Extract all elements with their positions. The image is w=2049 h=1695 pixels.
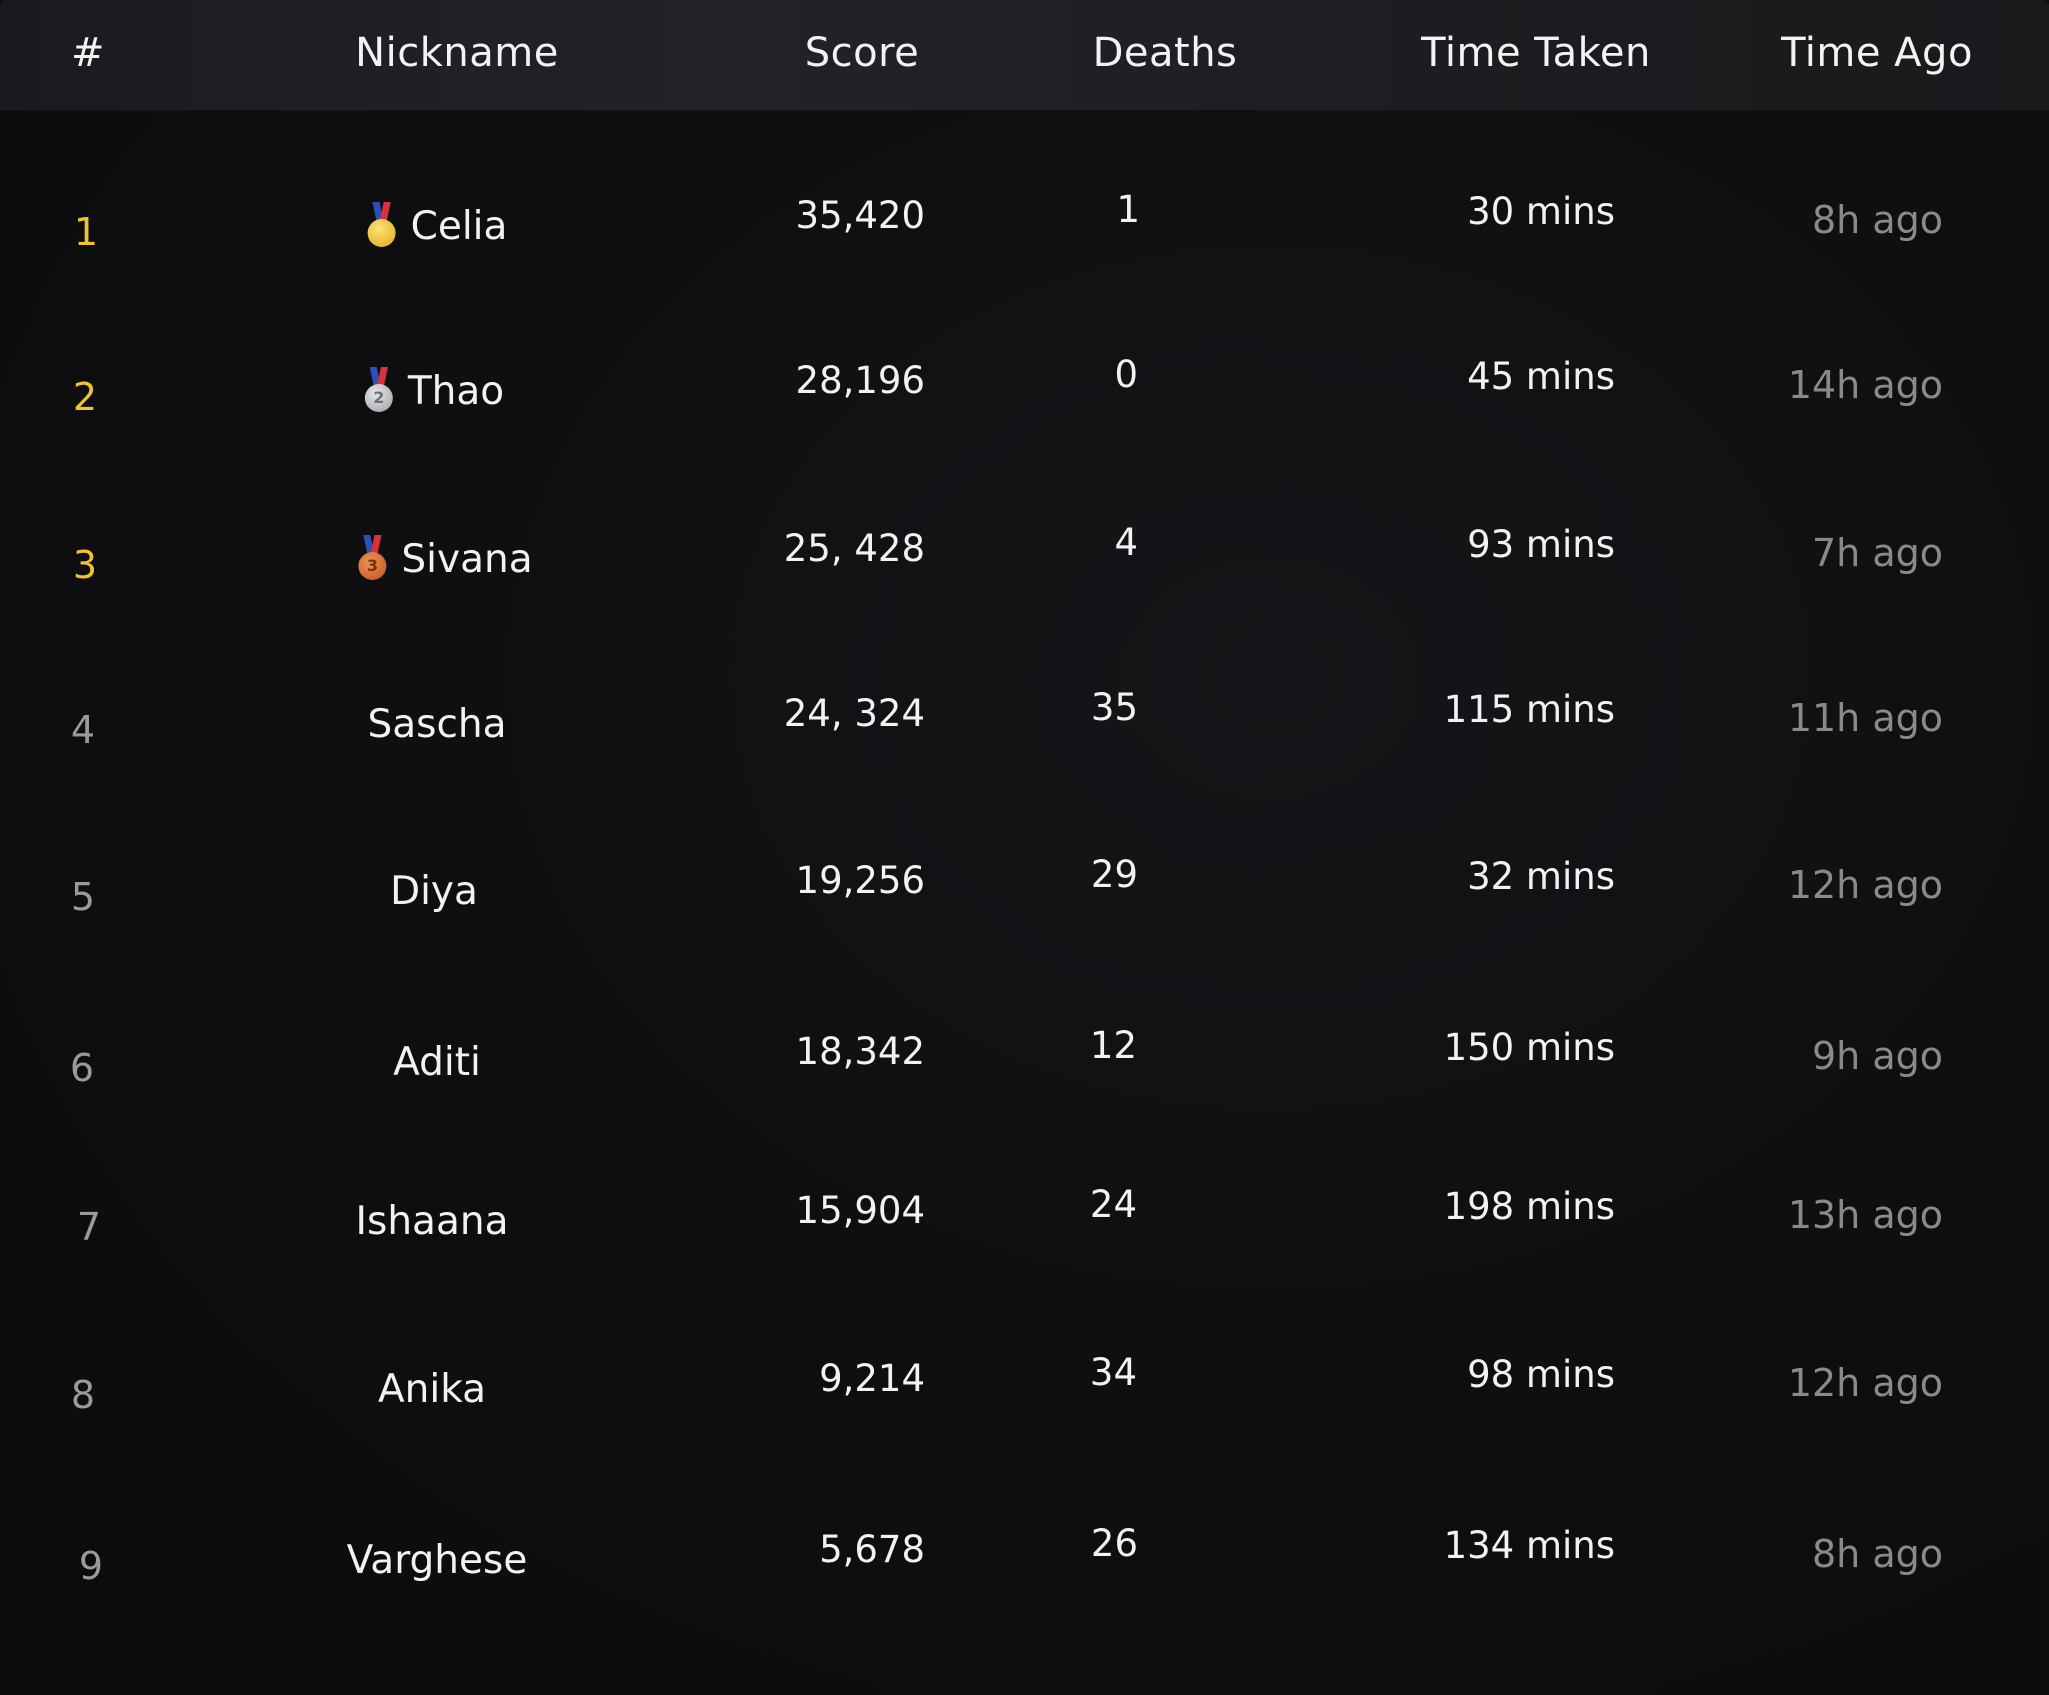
nickname-label: Sivana [401,537,533,582]
score-cell: 25, 428 [783,527,925,570]
column-header-score[interactable]: Score [805,0,920,110]
time-taken-cell: 30 mins [1467,190,1615,233]
time-ago-cell: 8h ago [1812,1532,1943,1576]
nickname-label: Diya [390,869,478,914]
column-header-time-ago[interactable]: Time Ago [1781,0,1973,110]
deaths-cell: 26 [1090,1522,1138,1565]
score-cell: 5,678 [819,1528,925,1571]
table-row[interactable]: 2 2 Thao 28,196 0 45 mins 14h ago [0,315,2049,475]
deaths-cell: 1 [1116,188,1140,231]
score-cell: 35,420 [795,194,925,237]
column-header-time-taken[interactable]: Time Taken [1421,0,1651,110]
nickname-label: Sascha [367,702,507,747]
table-row[interactable]: 7 Ishaana 15,904 24 198 mins 13h ago [0,1145,2049,1305]
deaths-cell: 24 [1089,1183,1137,1226]
score-cell: 9,214 [819,1357,925,1400]
time-ago-cell: 14h ago [1787,363,1943,407]
silver-medal-icon: 2 [364,366,394,413]
time-taken-cell: 93 mins [1467,523,1615,566]
table-row[interactable]: 6 Aditi 18,342 12 150 mins 9h ago [0,986,2049,1146]
deaths-cell: 0 [1114,353,1138,396]
deaths-cell: 35 [1090,686,1138,729]
time-ago-cell: 12h ago [1787,863,1943,907]
time-taken-cell: 32 mins [1467,855,1615,898]
time-taken-cell: 98 mins [1467,1353,1615,1396]
deaths-cell: 29 [1090,853,1138,896]
nickname-label: Celia [410,204,508,249]
score-cell: 24, 324 [783,692,925,735]
nickname-cell: 2 Thao [364,366,505,414]
deaths-cell: 12 [1089,1024,1137,1067]
time-taken-cell: 150 mins [1443,1026,1615,1069]
table-header: # Nickname Score Deaths Time Taken Time … [0,0,2049,111]
rank-cell: 1 [73,210,99,254]
nickname-label: Aditi [393,1040,481,1085]
time-taken-cell: 115 mins [1443,688,1615,731]
time-taken-cell: 198 mins [1443,1185,1615,1228]
score-cell: 28,196 [795,359,925,402]
time-ago-cell: 9h ago [1812,1034,1943,1078]
rank-cell: 7 [76,1205,102,1249]
gold-medal-icon [367,201,397,248]
table-row[interactable]: 1 Celia 35,420 1 30 mins 8h ago [0,150,2049,310]
time-taken-cell: 134 mins [1443,1524,1615,1567]
nickname-cell: Aditi [393,1040,481,1085]
column-header-deaths[interactable]: Deaths [1093,0,1238,110]
nickname-cell: Sascha [367,702,506,747]
time-ago-cell: 11h ago [1787,696,1943,740]
table-row[interactable]: 9 Varghese 5,678 26 134 mins 8h ago [0,1484,2049,1644]
rank-cell: 6 [69,1046,95,1090]
nickname-cell: Ishaana [356,1199,509,1244]
nickname-label: Thao [407,369,505,414]
time-taken-cell: 45 mins [1467,355,1615,398]
nickname-cell: 3 Sivana [357,534,533,582]
rank-cell: 9 [78,1544,104,1588]
time-ago-cell: 7h ago [1812,531,1943,575]
nickname-cell: Anika [378,1367,486,1412]
nickname-label: Anika [377,1367,487,1412]
deaths-cell: 4 [1114,521,1138,564]
nickname-cell: Celia [367,201,508,249]
score-cell: 15,904 [795,1189,925,1232]
rank-cell: 5 [70,875,96,919]
table-row[interactable]: 3 3 Sivana 25, 428 4 93 mins 7h ago [0,483,2049,643]
rank-cell: 4 [70,708,96,752]
column-header-nickname[interactable]: Nickname [355,0,559,110]
nickname-cell: Varghese [347,1538,528,1583]
rank-cell: 3 [72,543,98,587]
nickname-label: Varghese [346,1538,528,1583]
nickname-cell: Diya [390,869,478,914]
rank-cell: 8 [70,1373,96,1417]
score-cell: 18,342 [795,1030,925,1073]
table-row[interactable]: 4 Sascha 24, 324 35 115 mins 11h ago [0,648,2049,808]
time-ago-cell: 13h ago [1787,1193,1943,1237]
table-row[interactable]: 8 Anika 9,214 34 98 mins 12h ago [0,1313,2049,1473]
time-ago-cell: 12h ago [1787,1361,1943,1405]
leaderboard: # Nickname Score Deaths Time Taken Time … [0,0,2049,1695]
nickname-label: Ishaana [355,1199,509,1244]
column-header-rank[interactable]: # [71,0,105,110]
time-ago-cell: 8h ago [1812,198,1943,242]
rank-cell: 2 [72,375,98,419]
score-cell: 19,256 [795,859,925,902]
table-row[interactable]: 5 Diya 19,256 29 32 mins 12h ago [0,815,2049,975]
deaths-cell: 34 [1089,1351,1137,1394]
bronze-medal-icon: 3 [357,534,387,581]
